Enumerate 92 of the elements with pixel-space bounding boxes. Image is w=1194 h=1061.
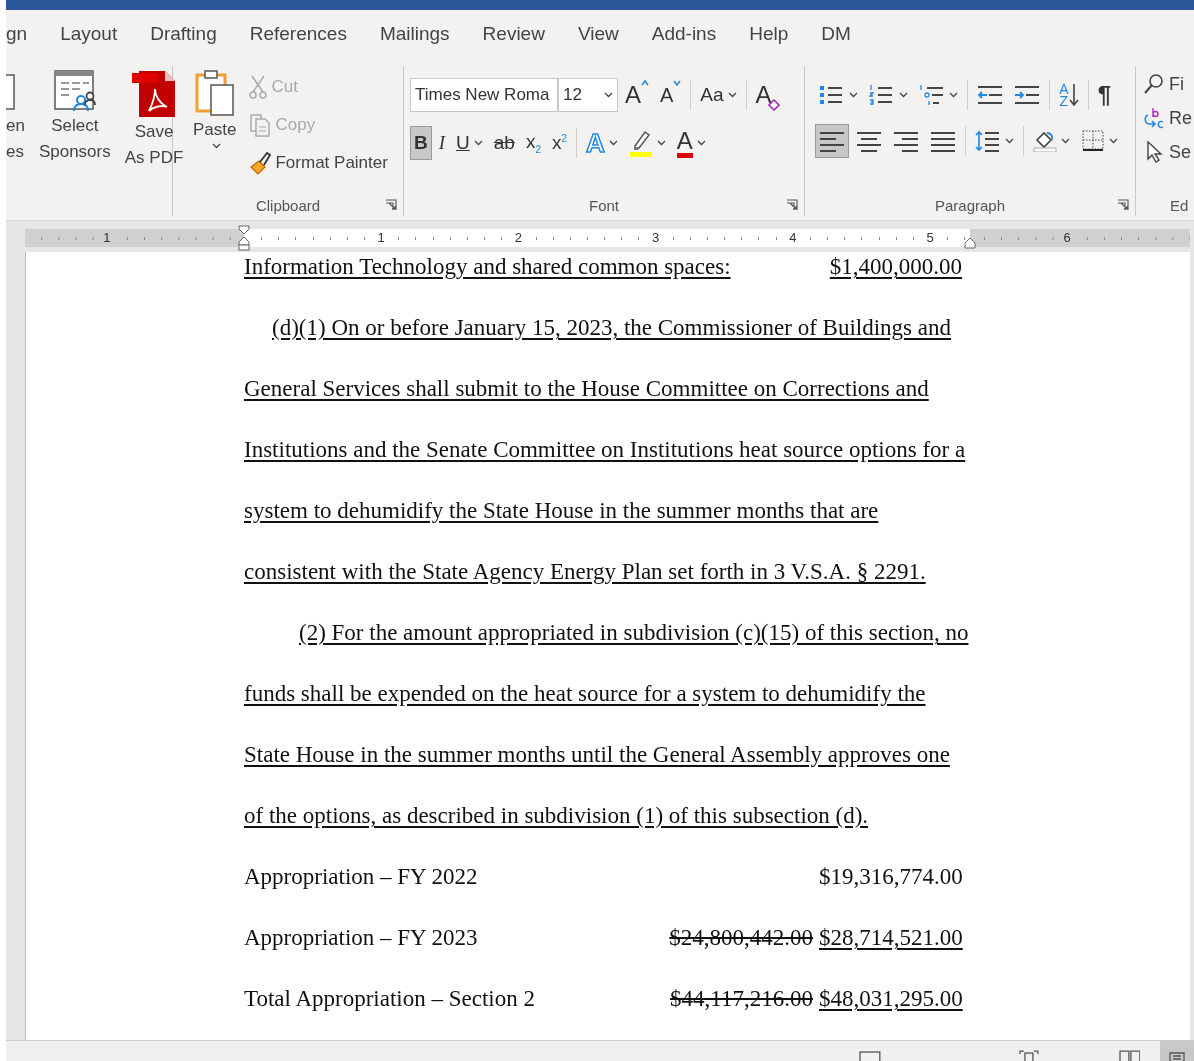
display-settings-icon[interactable] [858,1051,881,1061]
paint-bucket-icon [1033,130,1057,152]
bullet-list-icon [819,84,845,106]
caret-up-icon [641,79,649,87]
appropriation-label: Appropriation – FY 2022 [244,863,478,891]
shrink-font-button[interactable]: A [656,78,686,112]
ribbon-tab[interactable]: Help [749,22,789,48]
paragraph-line: consistent with the State Agency Energy Plan set forth in 3 V.S.A. § 2291. [244,558,926,586]
group-label: Paragraph [934,196,1006,214]
font-name-field[interactable]: Times New Roma [410,78,558,112]
amount: $28,714,521.00 [819,924,963,952]
ribbon-tab[interactable]: View [577,22,619,48]
copy-icon [249,113,272,137]
numbered-list-icon [869,84,895,106]
borders-icon [1081,130,1105,152]
appropriation-label: Total Appropriation – Section 2 [244,985,535,1013]
align-left-button[interactable] [815,124,849,158]
paintbrush-icon [249,151,272,175]
decrease-indent-icon [977,84,1003,106]
paragraph-line: (2) For the amount appropriated in subdivision (c)(15) of this section, no [299,619,969,647]
ribbon-tab[interactable]: Drafting [150,22,217,48]
ribbon-tab[interactable]: DM [821,22,851,48]
justify-icon [930,130,956,152]
grow-font-button[interactable]: A [621,78,653,112]
ribbon-tab[interactable]: Mailings [379,22,450,48]
paragraph-line: system to dehumidify the State House in the summer months that are [244,497,879,525]
group-label: Ed [1170,196,1189,214]
read-mode-icon[interactable] [1118,1049,1141,1061]
pdf-file-icon [131,69,178,119]
line-spacing-icon [975,130,1001,152]
group-label: Clipboard [255,196,321,214]
underline-button[interactable]: U [452,126,487,160]
dialog-launcher-icon[interactable] [1117,199,1129,211]
clear-formatting-button[interactable]: A [751,78,784,112]
ribbon-tab[interactable]: Review [482,22,545,48]
replace-icon [1143,107,1165,129]
indent-marker-icon[interactable] [964,237,976,249]
caret-icon [212,143,222,149]
ribbon-tab[interactable]: gn [6,22,28,48]
change-case-button[interactable]: Aa [696,78,741,112]
page-icon [1168,1051,1187,1061]
appropriation-label: Appropriation – FY 2023 [244,924,478,952]
replace-button[interactable]: Re [1142,104,1193,132]
ribbon-button[interactable]: en es [6,66,29,168]
font-size-field[interactable]: 12 [558,78,618,112]
subscript-button[interactable]: x$_{2}$ [521,126,545,160]
align-right-icon [893,130,919,152]
find-button[interactable]: Fi [1142,70,1193,98]
indent-marker-icon[interactable] [238,225,250,251]
paragraph-line: State House in the summer months until the General Assembly approves one [244,741,950,769]
deleted-amount: $44,117,216.00 [670,984,813,1013]
paragraph-line: of the options, as described in subdivision (1) of this subsection (d). [244,802,869,830]
dialog-launcher-icon[interactable] [786,199,798,211]
show-marks-button[interactable]: ¶ [1093,78,1116,112]
focus-icon[interactable] [1019,1049,1040,1061]
ribbon-tab[interactable]: Layout [60,22,118,48]
save-as-pdf-button[interactable]: Save As PDF [120,66,188,174]
font-color-button[interactable]: A [672,126,710,160]
paste-button[interactable]: Paste [189,66,241,152]
align-center-icon [856,130,882,152]
align-left-icon [819,130,845,152]
format-painter-button[interactable]: Format Painter [248,146,389,180]
amount: $1,400,000.00 [829,253,962,281]
deleted-amount: $24,800,442.00 [669,923,813,952]
italic-button[interactable]: I [434,126,450,160]
caret-icon [604,92,613,98]
paragraph-line: General Services shall submit to the House Committee on Corrections and [244,375,929,403]
print-layout-button[interactable] [1160,1041,1194,1061]
bold-button[interactable]: B [410,126,432,160]
select-sponsors-button[interactable]: Select Sponsors [34,66,115,168]
paragraph-line: Institutions and the Senate Committee on Institutions heat source options for a [244,436,966,464]
paragraph-line: funds shall be expended on the heat source for a system to dehumidify the [244,680,926,708]
group-label: Font [589,196,619,214]
scissors-icon [249,75,268,99]
list-person-icon [52,69,97,113]
caret-down-icon [673,79,682,87]
appropriation-label: Information Technology and shared common spaces: [244,253,731,281]
superscript-button[interactable]: x$^{2}$ [548,126,572,160]
amount: $48,031,295.00 [819,985,963,1013]
search-icon [1143,73,1165,95]
arrow-down-icon [1068,83,1079,107]
dialog-launcher-icon[interactable] [385,199,397,211]
select-button[interactable]: Se [1142,138,1193,166]
strikethrough-button[interactable]: ab [489,126,519,160]
ribbon-tab[interactable]: Add-ins [651,22,717,48]
increase-indent-icon [1014,84,1040,106]
clipboard-icon [194,69,235,117]
ribbon-tab[interactable]: References [249,22,347,48]
paragraph-line: (d)(1) On or before January 15, 2023, the Commissioner of Buildings and [272,314,952,342]
highlighter-icon [628,129,653,157]
amount: $19,316,774.00 [819,863,963,891]
multilevel-list-icon [919,84,945,106]
